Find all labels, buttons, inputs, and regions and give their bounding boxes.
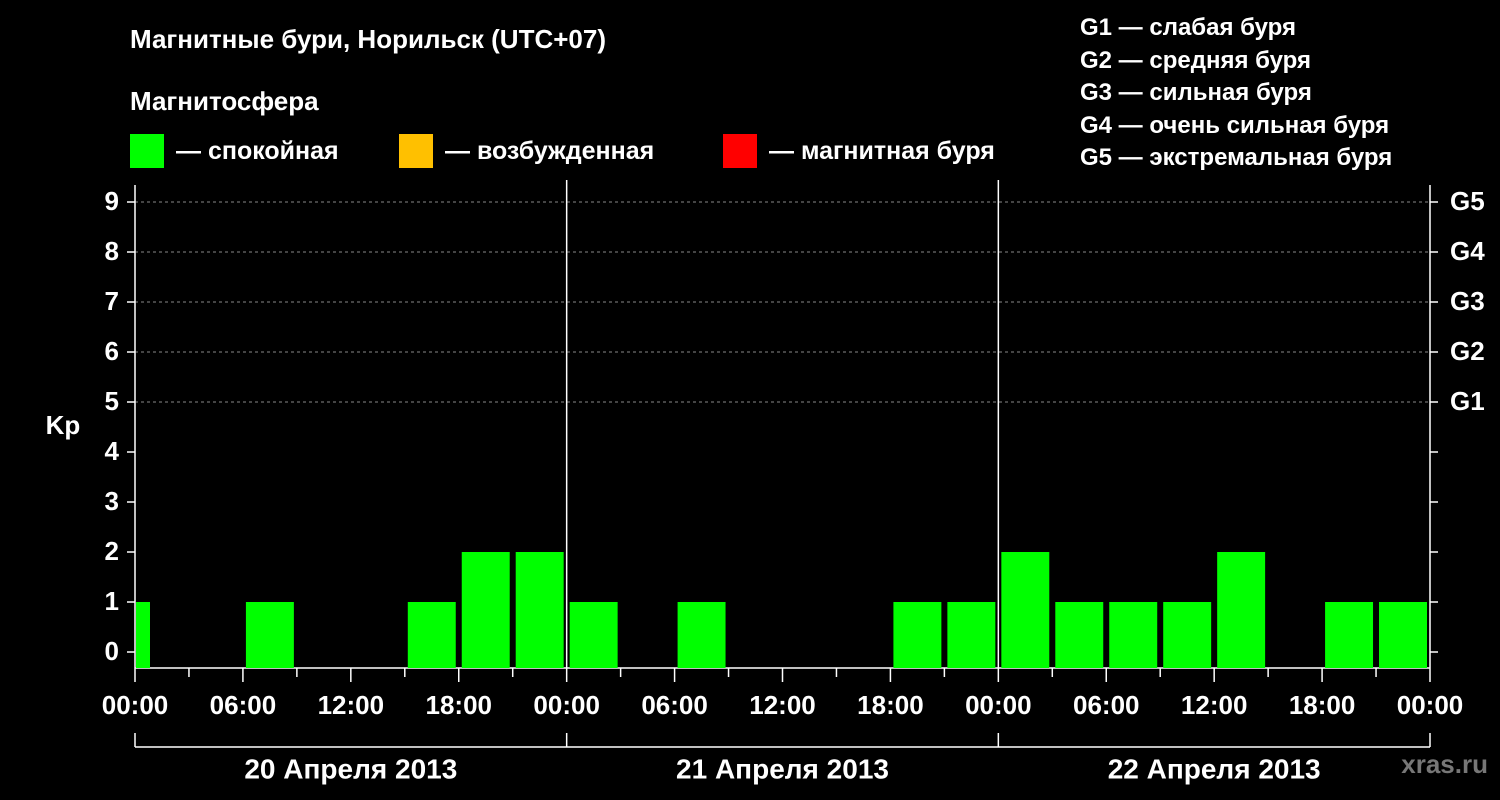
kp-bar	[893, 602, 942, 668]
x-tick-label: 18:00	[857, 690, 924, 720]
kp-bar	[136, 602, 150, 668]
x-tick-label: 00:00	[102, 690, 169, 720]
right-tick-label: G5	[1450, 186, 1485, 216]
day-label: 22 Апреля 2013	[1108, 753, 1321, 784]
y-tick-label: 3	[105, 486, 119, 516]
x-tick-label: 00:00	[533, 690, 600, 720]
y-tick-label: 9	[105, 186, 119, 216]
y-axis-label: Kp	[46, 410, 81, 440]
y-tick-label: 8	[105, 236, 119, 266]
y-tick-label: 6	[105, 336, 119, 366]
x-tick-label: 18:00	[426, 690, 493, 720]
x-tick-label: 18:00	[1289, 690, 1356, 720]
kp-bar	[1379, 602, 1427, 668]
kp-bar	[677, 602, 726, 668]
x-tick-label: 06:00	[641, 690, 708, 720]
kp-bar	[1163, 602, 1212, 668]
y-tick-label: 4	[105, 436, 120, 466]
day-label: 21 Апреля 2013	[676, 753, 889, 784]
kp-bar	[569, 602, 618, 668]
kp-bar	[245, 602, 294, 668]
x-tick-label: 06:00	[210, 690, 277, 720]
kp-bar	[515, 552, 564, 668]
kp-bar	[1001, 552, 1050, 668]
kp-bar-chart: 0 1 2 3 4 5 6 7 8 9 G1 G2 G3 G4 G5 Kp 00:00 06:00 12:00 18:…	[46, 180, 1485, 784]
kp-bar	[1055, 602, 1104, 668]
right-tick-label: G2	[1450, 336, 1485, 366]
x-tick-label: 12:00	[318, 690, 385, 720]
y-tick-label: 0	[105, 636, 119, 666]
day-label: 20 Апреля 2013	[244, 753, 457, 784]
kp-bar	[947, 602, 996, 668]
watermark: xras.ru	[1401, 749, 1488, 779]
x-tick-label: 06:00	[1073, 690, 1140, 720]
right-tick-label: G1	[1450, 386, 1485, 416]
x-tick-label: 12:00	[749, 690, 816, 720]
x-tick-label: 00:00	[1397, 690, 1464, 720]
y-tick-label: 2	[105, 536, 119, 566]
kp-bar	[1217, 552, 1266, 668]
y-tick-label: 1	[105, 586, 119, 616]
x-tick-label: 12:00	[1181, 690, 1248, 720]
x-tick-label: 00:00	[965, 690, 1032, 720]
kp-bar	[461, 552, 510, 668]
right-tick-label: G4	[1450, 236, 1485, 266]
y-tick-label: 7	[105, 286, 119, 316]
right-tick-label: G3	[1450, 286, 1485, 316]
kp-bar	[1109, 602, 1158, 668]
kp-bar	[1325, 602, 1374, 668]
kp-bar	[407, 602, 456, 668]
y-tick-label: 5	[105, 386, 119, 416]
